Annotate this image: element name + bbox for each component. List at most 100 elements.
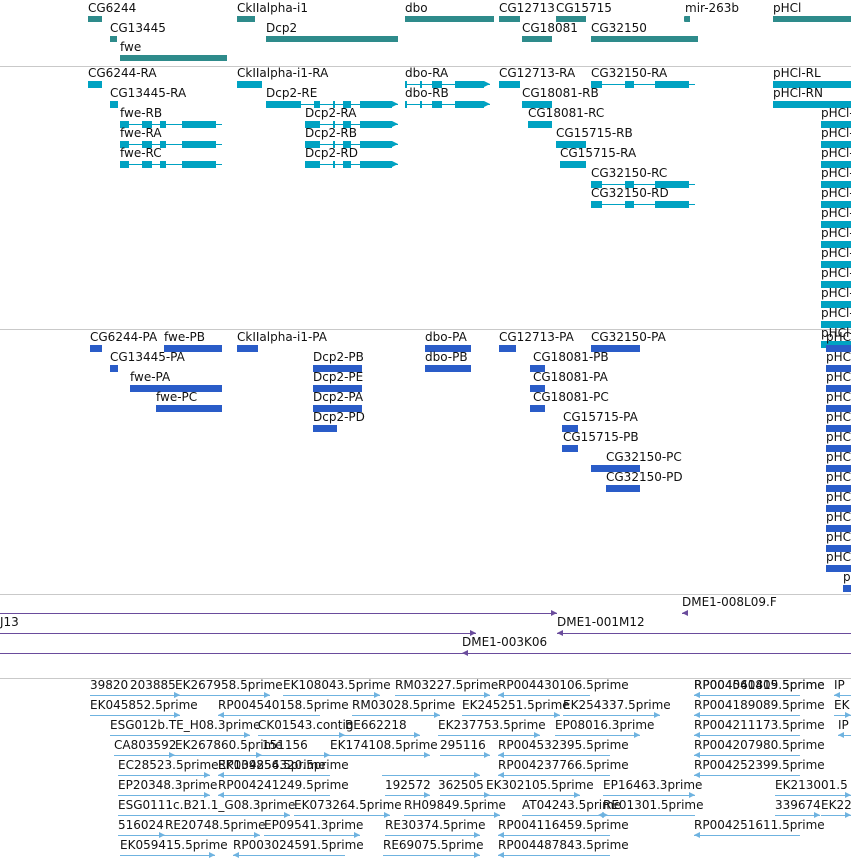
intron-line (694, 695, 800, 696)
strand-forward-icon (514, 81, 520, 87)
strand-forward-icon (111, 35, 117, 42)
feature-label: dbo-PB (425, 350, 468, 364)
feature-label: fwe-PB (164, 330, 206, 344)
strand-reverse-icon (826, 565, 832, 571)
feature-label: 39820 (90, 678, 129, 692)
strand-reverse-icon (462, 650, 468, 656)
exon-block (160, 161, 166, 168)
strand-forward-icon (252, 345, 258, 351)
strand-reverse-icon (591, 201, 597, 207)
feature-label: dbo-RB (405, 86, 449, 100)
feature-label: IP (834, 678, 845, 692)
intron-line (175, 695, 270, 696)
intron-line (233, 855, 345, 856)
exon-block (591, 345, 640, 352)
feature-label: 362505 (438, 778, 484, 792)
exon-block (405, 101, 407, 108)
feature-label: pHC (826, 510, 851, 524)
exon-block (455, 101, 484, 108)
exon-block (333, 161, 335, 168)
feature-label: pHC (826, 430, 851, 444)
intron-line (694, 835, 800, 836)
exon-block (182, 161, 216, 168)
feature-label: RP004211173.5prime (694, 718, 825, 732)
feature-label: pHCl- (821, 126, 851, 140)
feature-label: CG32150-PD (606, 470, 683, 484)
feature-label: RP004061419.5prime (694, 678, 825, 692)
intron-line (522, 815, 608, 816)
feature-label: CG18081-RC (528, 106, 605, 120)
strand-reverse-icon (120, 55, 126, 61)
feature-label: CG32150-PA (591, 330, 666, 344)
feature-label: DME1-003K06 (462, 635, 548, 649)
feature-label: CG18081-PB (533, 350, 609, 364)
exon-block (142, 161, 152, 168)
feature-label: CG12713-RA (499, 66, 576, 80)
intron-line (0, 613, 557, 614)
intron-line (120, 855, 215, 856)
exon-block (591, 35, 698, 42)
feature-label: Dcp2-PB (313, 350, 364, 364)
feature-label: pHCl- (821, 166, 851, 180)
exon-block (343, 161, 351, 168)
strand-reverse-icon (530, 405, 536, 411)
strand-forward-icon (256, 81, 262, 87)
feature-label: EP16463.3prime (603, 778, 703, 792)
intron-line (90, 715, 180, 716)
feature-label: pHCl-RN (773, 86, 823, 100)
intron-line (486, 795, 580, 796)
feature-label: 295116 (440, 738, 486, 752)
feature-label: RM03227.5prime (395, 678, 499, 692)
strand-forward-icon (424, 752, 430, 758)
strand-reverse-icon (838, 732, 844, 738)
exon-block (655, 201, 689, 208)
strand-forward-icon (488, 16, 494, 22)
strand-forward-icon (474, 852, 480, 858)
feature-label: CG32150-PC (606, 450, 682, 464)
feature-label: Dcp2-RB (305, 126, 357, 140)
feature-label: CG13445 (110, 20, 166, 35)
feature-label: CG18081-PC (533, 390, 609, 404)
feature-label: EK108043.5prime (283, 678, 391, 692)
strand-reverse-icon (528, 121, 534, 127)
feature-label: fwe-PC (156, 390, 198, 404)
strand-reverse-icon (591, 81, 597, 87)
intron-line (165, 835, 260, 836)
strand-forward-icon (465, 365, 471, 371)
feature-label: 151156 (262, 738, 308, 752)
intron-line (598, 815, 695, 816)
feature-label: CG13445-PA (110, 350, 185, 364)
feature-label: RE30374.5prime (385, 818, 486, 832)
strand-forward-icon (510, 345, 516, 351)
intron-line (345, 735, 420, 736)
strand-forward-icon (634, 732, 640, 738)
feature-label: dbo-PA (425, 330, 467, 344)
strand-reverse-icon (130, 385, 136, 391)
feature-label: Dcp2-PA (313, 390, 364, 404)
strand-forward-icon (392, 161, 398, 167)
intron-line (118, 815, 290, 816)
feature-label: RP004532395.5prime (498, 738, 629, 752)
strand-forward-icon (331, 425, 337, 431)
feature-label: pHC (826, 530, 851, 544)
feature-label: Dcp2-RD (305, 146, 358, 160)
intron-line (694, 755, 800, 756)
exon-block (305, 161, 320, 168)
strand-reverse-icon (843, 585, 849, 591)
feature-label: RE01301.5prime (603, 798, 704, 812)
feature-label: pHC (826, 350, 851, 364)
feature-label: RP004207980.5prime (694, 738, 825, 752)
feature-label: CG18081-PA (533, 370, 608, 384)
feature-label: CG32150-RC (591, 166, 668, 180)
strand-reverse-icon (156, 405, 162, 411)
intron-line (283, 695, 380, 696)
feature-label: fwe-RB (120, 106, 163, 120)
feature-label: CG6244 (88, 1, 137, 15)
feature-label: fwe-RC (120, 146, 162, 160)
exon-block (432, 101, 442, 108)
feature-label: RP004237766.5prime (498, 758, 629, 772)
intron-line (563, 715, 660, 716)
intron-line (694, 775, 800, 776)
feature-label: pHC (826, 450, 851, 464)
strand-reverse-icon (498, 852, 504, 858)
